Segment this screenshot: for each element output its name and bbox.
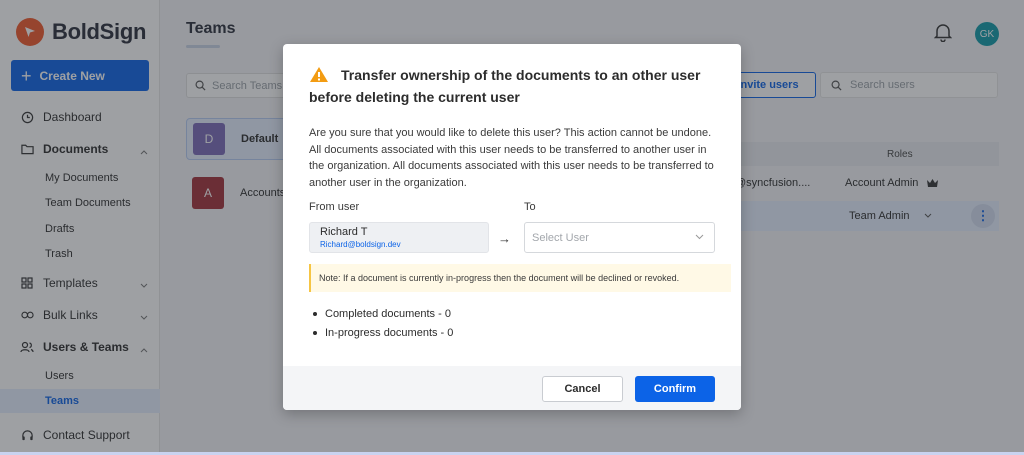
select-user-dropdown[interactable]: Select User bbox=[524, 222, 715, 253]
chevron-down-icon bbox=[695, 234, 704, 240]
completed-documents-count: Completed documents - 0 bbox=[325, 307, 451, 320]
from-user-field: Richard T Richard@boldsign.dev bbox=[309, 222, 489, 253]
dialog-message: Are you sure that you would like to dele… bbox=[309, 127, 714, 189]
bullet bbox=[313, 330, 317, 335]
document-stats-list: Completed documents - 0 In-progress docu… bbox=[313, 304, 453, 342]
arrow-right-icon: → bbox=[498, 231, 511, 246]
from-user-label: From user bbox=[309, 201, 360, 213]
warning-note: Note: If a document is currently in-prog… bbox=[309, 264, 731, 292]
warning-icon bbox=[310, 67, 328, 82]
dialog-title-text: Transfer ownership of the documents to a… bbox=[309, 67, 701, 105]
transfer-ownership-dialog: Transfer ownership of the documents to a… bbox=[283, 44, 741, 410]
confirm-button[interactable]: Confirm bbox=[635, 376, 715, 402]
in-progress-documents-count: In-progress documents - 0 bbox=[325, 326, 454, 339]
dialog-title: Transfer ownership of the documents to a… bbox=[309, 64, 719, 108]
list-item: In-progress documents - 0 bbox=[313, 323, 453, 342]
from-user-email: Richard@boldsign.dev bbox=[320, 240, 401, 249]
bullet bbox=[313, 311, 317, 316]
select-user-placeholder: Select User bbox=[532, 231, 589, 244]
cancel-button[interactable]: Cancel bbox=[542, 376, 623, 402]
list-item: Completed documents - 0 bbox=[313, 304, 453, 323]
dialog-footer: Cancel Confirm bbox=[283, 366, 741, 410]
from-user-name: Richard T bbox=[320, 226, 368, 238]
to-label: To bbox=[524, 201, 536, 213]
